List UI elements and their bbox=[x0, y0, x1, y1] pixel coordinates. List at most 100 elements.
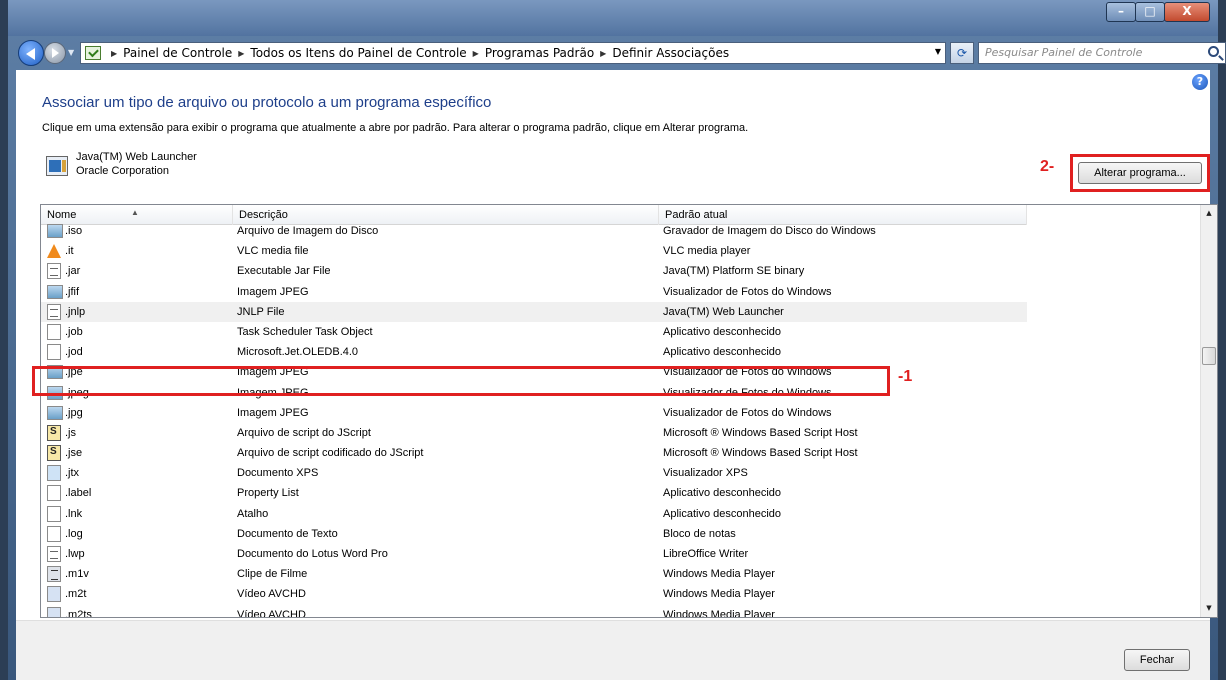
breadcrumb-item[interactable]: Definir Associações bbox=[612, 46, 729, 60]
breadcrumb-item[interactable]: Programas Padrão bbox=[485, 46, 594, 60]
java-program-icon bbox=[46, 156, 68, 176]
control-panel-icon bbox=[85, 46, 101, 60]
current-default: Visualizador XPS bbox=[663, 467, 748, 480]
extension: .jpg bbox=[65, 406, 83, 419]
current-program-info: Java(TM) Web Launcher Oracle Corporation bbox=[76, 150, 197, 178]
extension: .jfif bbox=[65, 285, 80, 298]
list-item[interactable]: .label Property List Aplicativo desconhe… bbox=[41, 483, 1201, 503]
extension: .js bbox=[65, 426, 76, 439]
blank-file-icon bbox=[47, 505, 61, 522]
description: JNLP File bbox=[237, 305, 285, 318]
list-item[interactable]: .m1v Clipe de Filme Windows Media Player bbox=[41, 564, 1201, 584]
scrollbar-thumb[interactable] bbox=[1202, 347, 1216, 365]
refresh-icon[interactable]: ⟳ bbox=[950, 42, 974, 64]
forward-arrow-icon[interactable] bbox=[44, 42, 66, 64]
list-rows: .iso Arquivo de Imagem do Disco Gravador… bbox=[41, 221, 1201, 618]
chevron-down-icon[interactable]: ▼ bbox=[935, 47, 941, 56]
change-program-button[interactable]: Alterar programa... bbox=[1078, 162, 1202, 184]
current-default: Bloco de notas bbox=[663, 527, 736, 540]
blank-file-icon bbox=[47, 323, 61, 340]
breadcrumb-item[interactable]: Todos os Itens do Painel de Controle bbox=[250, 46, 466, 60]
blank-file-icon bbox=[47, 485, 61, 502]
extension: .lwp bbox=[65, 548, 85, 560]
list-item[interactable]: .m2ts Vídeo AVCHD Windows Media Player bbox=[41, 605, 1201, 618]
chevron-right-icon[interactable]: ▶ bbox=[238, 49, 244, 58]
extension: .iso bbox=[65, 225, 83, 237]
chevron-right-icon[interactable]: ▶ bbox=[111, 49, 117, 58]
description: Imagem JPEG bbox=[237, 406, 309, 419]
back-arrow-icon[interactable] bbox=[18, 40, 44, 66]
current-default: Windows Media Player bbox=[663, 568, 775, 581]
list-item[interactable]: .js Arquivo de script do JScript Microso… bbox=[41, 423, 1201, 443]
list-item[interactable]: .lnk Atalho Aplicativo desconhecido bbox=[41, 504, 1201, 524]
search-icon[interactable] bbox=[1208, 46, 1219, 57]
breadcrumb-item[interactable]: Painel de Controle bbox=[123, 46, 232, 60]
description: Documento XPS bbox=[237, 467, 319, 480]
media-file-icon bbox=[47, 566, 61, 583]
program-publisher: Oracle Corporation bbox=[76, 165, 169, 177]
vertical-scrollbar[interactable]: ▲ ▼ bbox=[1200, 205, 1217, 617]
search-input[interactable]: Pesquisar Painel de Controle bbox=[978, 42, 1226, 64]
list-item[interactable]: .jpg Imagem JPEG Visualizador de Fotos d… bbox=[41, 403, 1201, 423]
blank-file-icon bbox=[47, 525, 61, 542]
extension: .it bbox=[65, 245, 74, 258]
current-default: VLC media player bbox=[663, 245, 751, 258]
annotation-label-2: 2- bbox=[1040, 158, 1055, 175]
list-item[interactable]: .job Task Scheduler Task Object Aplicati… bbox=[41, 322, 1201, 342]
list-item[interactable]: .iso Arquivo de Imagem do Disco Gravador… bbox=[41, 221, 1201, 241]
description: Arquivo de script do JScript bbox=[237, 426, 371, 439]
search-placeholder: Pesquisar Painel de Controle bbox=[985, 46, 1143, 59]
list-item[interactable]: .jse Arquivo de script codificado do JSc… bbox=[41, 443, 1201, 463]
image-file-icon bbox=[47, 405, 63, 420]
description: Arquivo de script codificado do JScript bbox=[237, 447, 424, 460]
address-bar[interactable]: ▶ Painel de Controle ▶ Todos os Itens do… bbox=[80, 42, 946, 64]
description: Task Scheduler Task Object bbox=[237, 325, 373, 338]
scroll-up-icon[interactable]: ▲ bbox=[1201, 205, 1217, 222]
list-item[interactable]: .log Documento de Texto Bloco de notas bbox=[41, 524, 1201, 544]
current-default: Windows Media Player bbox=[663, 608, 775, 618]
list-item[interactable]: .m2t Vídeo AVCHD Windows Media Player bbox=[41, 584, 1201, 604]
current-default: Java(TM) Web Launcher bbox=[663, 305, 784, 318]
jar-file-icon bbox=[47, 263, 61, 280]
list-item[interactable]: .jfif Imagem JPEG Visualizador de Fotos … bbox=[41, 282, 1201, 302]
window-controls: – □ X bbox=[1106, 2, 1210, 22]
title-bar: – □ X bbox=[8, 0, 1218, 36]
chevron-right-icon[interactable]: ▶ bbox=[600, 49, 606, 58]
chevron-right-icon[interactable]: ▶ bbox=[473, 49, 479, 58]
help-icon[interactable]: ? bbox=[1192, 74, 1208, 90]
xps-file-icon bbox=[47, 465, 61, 482]
current-default: Windows Media Player bbox=[663, 588, 775, 601]
current-default: Aplicativo desconhecido bbox=[663, 346, 782, 359]
minimize-icon: – bbox=[1118, 4, 1124, 18]
current-default: Aplicativo desconhecido bbox=[663, 507, 782, 520]
list-item[interactable]: .jod Microsoft.Jet.OLEDB.4.0 Aplicativo … bbox=[41, 342, 1201, 362]
scroll-down-icon[interactable]: ▼ bbox=[1201, 600, 1217, 617]
extension: .jod bbox=[65, 346, 83, 359]
minimize-button[interactable]: – bbox=[1106, 2, 1136, 22]
extension: .jse bbox=[65, 447, 83, 460]
history-dropdown-icon[interactable]: ▼ bbox=[68, 48, 74, 57]
footer-bar: Fechar bbox=[16, 620, 1210, 680]
main-content: ? Associar um tipo de arquivo ou protoco… bbox=[16, 70, 1218, 680]
list-item[interactable]: .lwp Documento do Lotus Word Pro LibreOf… bbox=[41, 544, 1201, 564]
description: Vídeo AVCHD bbox=[237, 608, 306, 618]
column-label: Padrão atual bbox=[665, 209, 728, 221]
description: VLC media file bbox=[237, 245, 309, 258]
page-title: Associar um tipo de arquivo ou protocolo… bbox=[42, 94, 492, 111]
column-label: Descrição bbox=[239, 209, 288, 221]
close-button[interactable]: Fechar bbox=[1124, 649, 1190, 671]
list-item[interactable]: .jar Executable Jar File Java(TM) Platfo… bbox=[41, 261, 1201, 281]
disc-image-icon bbox=[47, 224, 63, 238]
vlc-icon bbox=[47, 244, 61, 259]
list-item-selected[interactable]: .jnlp JNLP File Java(TM) Web Launcher bbox=[41, 301, 1027, 322]
list-item[interactable]: .it VLC media file VLC media player bbox=[41, 241, 1201, 261]
current-default: LibreOffice Writer bbox=[663, 548, 749, 560]
close-window-button[interactable]: X bbox=[1164, 2, 1210, 22]
window: – □ X ▼ ▶ Painel de Controle ▶ Todos os … bbox=[0, 0, 1226, 680]
maximize-button[interactable]: □ bbox=[1135, 2, 1165, 22]
file-association-list[interactable]: Nome ▲ Descrição Padrão atual .iso Arqui… bbox=[40, 204, 1218, 618]
list-item[interactable]: .jtx Documento XPS Visualizador XPS bbox=[41, 463, 1201, 483]
image-file-icon bbox=[47, 284, 63, 299]
description: Arquivo de Imagem do Disco bbox=[237, 225, 379, 237]
program-name: Java(TM) Web Launcher bbox=[76, 151, 197, 163]
